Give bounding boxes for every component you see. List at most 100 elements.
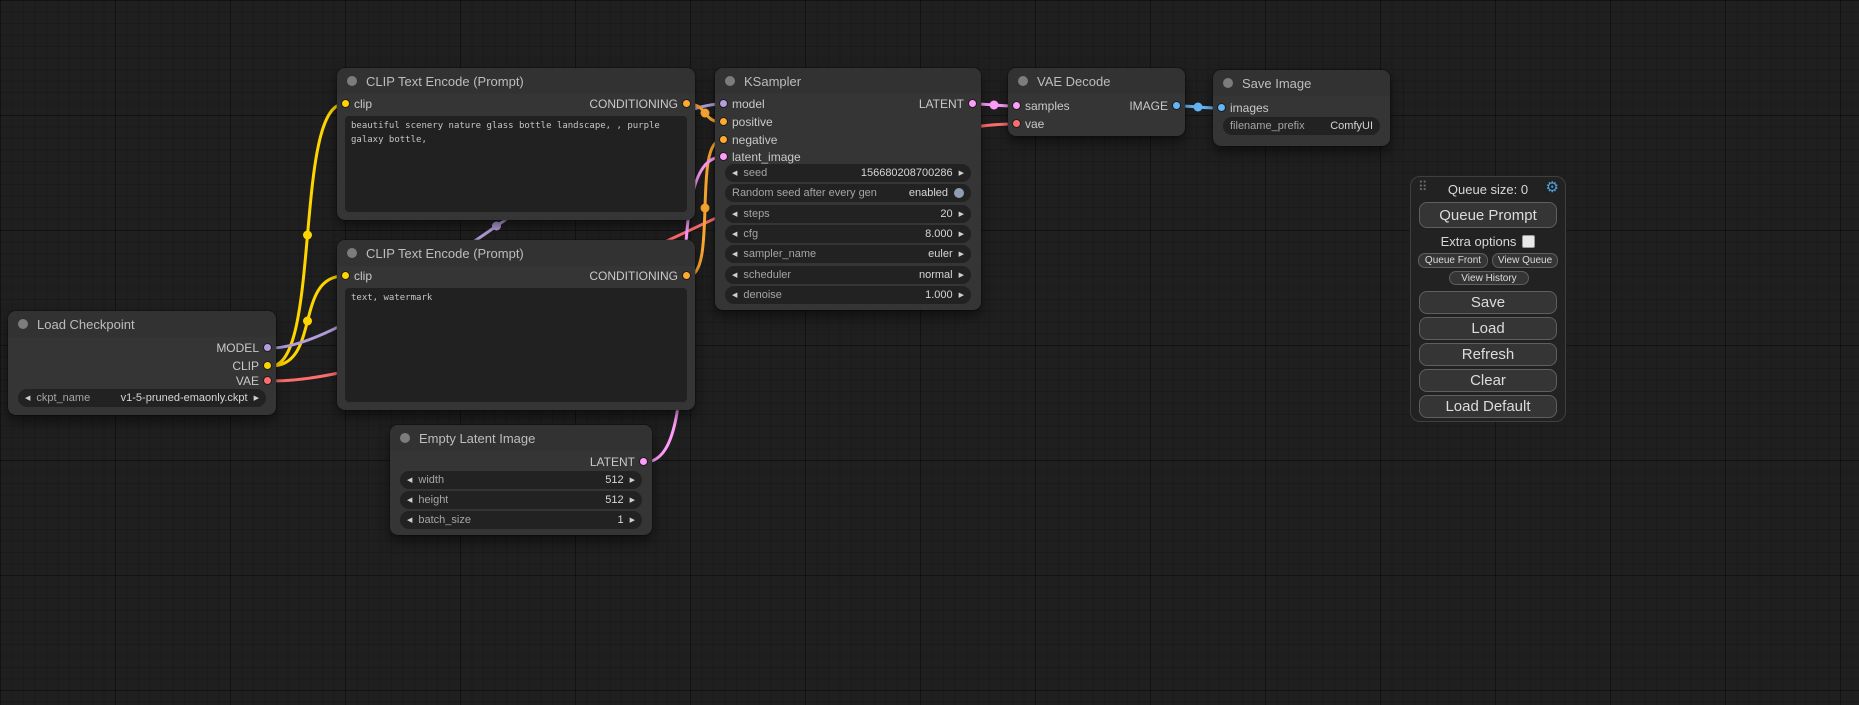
widget-seed[interactable]: ◀ seed 156680208700286 ▶ bbox=[725, 164, 971, 182]
collapse-dot-icon[interactable] bbox=[725, 76, 735, 86]
queue-prompt-button[interactable]: Queue Prompt bbox=[1419, 202, 1557, 228]
widget-denoise[interactable]: ◀ denoise 1.000 ▶ bbox=[725, 286, 971, 304]
queue-front-button[interactable]: Queue Front bbox=[1418, 253, 1488, 268]
increment-arrow-icon[interactable]: ▶ bbox=[959, 211, 964, 218]
decrement-arrow-icon[interactable]: ◀ bbox=[407, 517, 412, 524]
collapse-dot-icon[interactable] bbox=[347, 76, 357, 86]
decrement-arrow-icon[interactable]: ◀ bbox=[732, 292, 737, 299]
collapse-dot-icon[interactable] bbox=[347, 248, 357, 258]
increment-arrow-icon[interactable]: ▶ bbox=[959, 170, 964, 177]
input-label-positive: positive bbox=[732, 113, 773, 131]
input-port-clip[interactable] bbox=[341, 99, 350, 108]
widget-value: enabled bbox=[909, 187, 948, 199]
output-port-vae[interactable] bbox=[263, 376, 272, 385]
input-port-images[interactable] bbox=[1217, 103, 1226, 112]
clear-button[interactable]: Clear bbox=[1419, 369, 1557, 392]
output-label-conditioning: CONDITIONING bbox=[589, 267, 678, 285]
output-port-image[interactable] bbox=[1172, 101, 1181, 110]
link-midpoint-dot bbox=[1194, 103, 1203, 112]
node-titlebar[interactable]: Load Checkpoint bbox=[8, 311, 276, 337]
widget-label: height bbox=[418, 494, 448, 506]
load-button[interactable]: Load bbox=[1419, 317, 1557, 340]
widget-label: cfg bbox=[743, 228, 758, 240]
widget-sampler-name[interactable]: ◀ sampler_name euler ▶ bbox=[725, 245, 971, 263]
widget-ckpt-name[interactable]: ◀ ckpt_name v1-5-pruned-emaonly.ckpt ▶ bbox=[18, 389, 266, 407]
node-titlebar[interactable]: CLIP Text Encode (Prompt) bbox=[337, 240, 695, 266]
node-load-checkpoint[interactable]: Load Checkpoint MODEL CLIP VAE ◀ ckpt_na… bbox=[8, 311, 276, 415]
input-label-clip: clip bbox=[354, 267, 372, 285]
increment-arrow-icon[interactable]: ▶ bbox=[630, 477, 635, 484]
node-clip-text-encode-positive[interactable]: CLIP Text Encode (Prompt) clip CONDITION… bbox=[337, 68, 695, 220]
widget-height[interactable]: ◀ height 512 ▶ bbox=[400, 491, 642, 509]
widget-steps[interactable]: ◀ steps 20 ▶ bbox=[725, 205, 971, 223]
input-port-vae[interactable] bbox=[1012, 119, 1021, 128]
refresh-button[interactable]: Refresh bbox=[1419, 343, 1557, 366]
node-ksampler[interactable]: KSampler model LATENT positive negative … bbox=[715, 68, 981, 310]
save-button[interactable]: Save bbox=[1419, 291, 1557, 314]
increment-arrow-icon[interactable]: ▶ bbox=[959, 231, 964, 238]
widget-filename-prefix[interactable]: filename_prefix ComfyUI bbox=[1223, 117, 1380, 135]
node-titlebar[interactable]: Empty Latent Image bbox=[390, 425, 652, 451]
widget-random-seed-toggle[interactable]: Random seed after every gen enabled bbox=[725, 184, 971, 202]
decrement-arrow-icon[interactable]: ◀ bbox=[407, 477, 412, 484]
node-empty-latent-image[interactable]: Empty Latent Image LATENT ◀ width 512 ▶ … bbox=[390, 425, 652, 535]
widget-batch-size[interactable]: ◀ batch_size 1 ▶ bbox=[400, 511, 642, 529]
increment-arrow-icon[interactable]: ▶ bbox=[630, 517, 635, 524]
node-vae-decode[interactable]: VAE Decode samples IMAGE vae bbox=[1008, 68, 1185, 136]
decrement-arrow-icon[interactable]: ◀ bbox=[732, 251, 737, 258]
node-title: Save Image bbox=[1242, 76, 1311, 91]
collapse-dot-icon[interactable] bbox=[1018, 76, 1028, 86]
node-titlebar[interactable]: KSampler bbox=[715, 68, 981, 94]
input-port-latent-image[interactable] bbox=[719, 152, 728, 161]
node-titlebar[interactable]: CLIP Text Encode (Prompt) bbox=[337, 68, 695, 94]
collapse-dot-icon[interactable] bbox=[18, 319, 28, 329]
decrement-arrow-icon[interactable]: ◀ bbox=[25, 395, 30, 402]
link-clip-to-positive-prompt bbox=[271, 104, 344, 366]
decrement-arrow-icon[interactable]: ◀ bbox=[732, 272, 737, 279]
settings-gear-icon[interactable]: ⚙ bbox=[1546, 180, 1559, 195]
increment-arrow-icon[interactable]: ▶ bbox=[959, 251, 964, 258]
increment-arrow-icon[interactable]: ▶ bbox=[254, 395, 259, 402]
widget-width[interactable]: ◀ width 512 ▶ bbox=[400, 471, 642, 489]
collapse-dot-icon[interactable] bbox=[1223, 78, 1233, 88]
decrement-arrow-icon[interactable]: ◀ bbox=[732, 211, 737, 218]
widget-label: filename_prefix bbox=[1230, 120, 1305, 132]
input-port-clip[interactable] bbox=[341, 271, 350, 280]
input-label-samples: samples bbox=[1025, 97, 1070, 115]
input-port-negative[interactable] bbox=[719, 135, 728, 144]
increment-arrow-icon[interactable]: ▶ bbox=[630, 497, 635, 504]
extra-options-checkbox[interactable] bbox=[1522, 235, 1535, 248]
widget-label: seed bbox=[743, 167, 767, 179]
collapse-dot-icon[interactable] bbox=[400, 433, 410, 443]
view-queue-button[interactable]: View Queue bbox=[1492, 253, 1558, 268]
node-titlebar[interactable]: VAE Decode bbox=[1008, 68, 1185, 94]
toggle-dot-icon[interactable] bbox=[954, 188, 964, 198]
input-port-model[interactable] bbox=[719, 99, 728, 108]
prompt-textarea[interactable]: text, watermark bbox=[345, 288, 687, 402]
decrement-arrow-icon[interactable]: ◀ bbox=[407, 497, 412, 504]
output-port-conditioning[interactable] bbox=[682, 271, 691, 280]
output-port-clip[interactable] bbox=[263, 361, 272, 370]
prompt-textarea[interactable]: beautiful scenery nature glass bottle la… bbox=[345, 116, 687, 212]
load-default-button[interactable]: Load Default bbox=[1419, 395, 1557, 418]
link-midpoint-dot bbox=[990, 101, 999, 110]
output-port-model[interactable] bbox=[263, 343, 272, 352]
input-port-samples[interactable] bbox=[1012, 101, 1021, 110]
widget-scheduler[interactable]: ◀ scheduler normal ▶ bbox=[725, 266, 971, 284]
widget-label: denoise bbox=[743, 289, 782, 301]
node-titlebar[interactable]: Save Image bbox=[1213, 70, 1390, 96]
output-port-conditioning[interactable] bbox=[682, 99, 691, 108]
decrement-arrow-icon[interactable]: ◀ bbox=[732, 231, 737, 238]
node-save-image[interactable]: Save Image images filename_prefix ComfyU… bbox=[1213, 70, 1390, 146]
input-label-vae: vae bbox=[1025, 115, 1044, 133]
output-port-latent[interactable] bbox=[968, 99, 977, 108]
node-clip-text-encode-negative[interactable]: CLIP Text Encode (Prompt) clip CONDITION… bbox=[337, 240, 695, 410]
increment-arrow-icon[interactable]: ▶ bbox=[959, 292, 964, 299]
input-port-positive[interactable] bbox=[719, 117, 728, 126]
widget-cfg[interactable]: ◀ cfg 8.000 ▶ bbox=[725, 225, 971, 243]
decrement-arrow-icon[interactable]: ◀ bbox=[732, 170, 737, 177]
view-history-button[interactable]: View History bbox=[1449, 271, 1529, 285]
link-midpoint-dot bbox=[492, 222, 501, 231]
increment-arrow-icon[interactable]: ▶ bbox=[959, 272, 964, 279]
output-port-latent[interactable] bbox=[639, 457, 648, 466]
